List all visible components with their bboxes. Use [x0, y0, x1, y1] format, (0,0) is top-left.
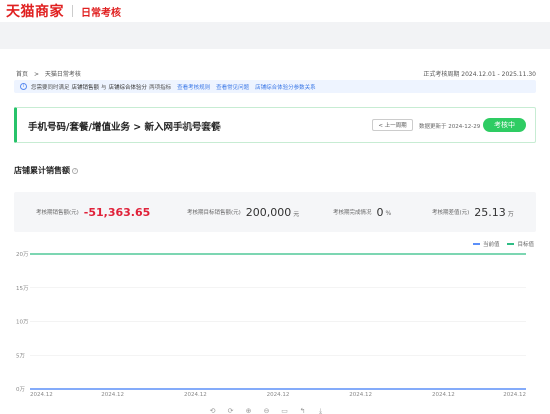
zoom-out-icon[interactable]: ⟳: [226, 407, 235, 414]
sales-line-chart: 20万 15万 10万 5万 0万 2024.12 2024.12 2024.12 2024.1…: [16, 251, 527, 396]
help-icon[interactable]: ?: [72, 167, 78, 174]
x-tick-label: 2024.12: [432, 392, 455, 396]
y-tick-label: 5万: [16, 352, 25, 359]
section-title-text: 店铺累计销售额: [14, 166, 70, 175]
help-icon[interactable]: ?: [214, 123, 221, 130]
score-relation-link[interactable]: 店铺综合体验分参数关系: [255, 83, 316, 91]
notice-item-experience: 店铺综合体验分: [108, 84, 148, 91]
search-icon[interactable]: ⊕: [244, 407, 253, 414]
zoom-in-icon[interactable]: ⟲: [208, 407, 217, 414]
stat-value: 200,000: [245, 205, 292, 219]
y-tick-label: 10万: [16, 319, 29, 326]
notice-joiner: 与: [101, 84, 107, 91]
stat-label: 考核期销售额(元): [36, 210, 79, 216]
data-updated-text: 数据更新于 2024-12-29: [419, 124, 481, 130]
breadcrumb: 首页 > 天猫日常考核: [16, 69, 85, 78]
business-card: 手机号码/套餐/增值业务 > 新入网手机号套餐 考核主营类目 ? < 上一周期 …: [14, 107, 536, 143]
legend-swatch-current: [472, 243, 480, 245]
stat-label: 考核期完成情况: [333, 210, 372, 216]
x-tick-label: 2024.12: [30, 392, 53, 396]
stats-bar: 考核期销售额(元) -51,363.65 考核期目标销售额(元) 200,000…: [14, 192, 536, 232]
restore-icon[interactable]: ↰: [298, 407, 307, 414]
breadcrumb-current: 天猫日常考核: [44, 70, 81, 78]
y-tick-label: 20万: [16, 251, 29, 258]
y-tick-label: 0万: [16, 386, 25, 393]
stat-sales: 考核期销售额(元) -51,363.65: [36, 192, 150, 232]
top-header: 天猫商家 日常考核: [0, 0, 550, 22]
stat-target: 考核期目标销售额(元) 200,000 元: [187, 192, 299, 232]
header-spacer: [0, 22, 550, 49]
x-tick-label: 2024.12: [101, 392, 124, 396]
business-meta-label: 考核主营类目: [178, 124, 212, 130]
notice-item-sales: 店铺销售额: [71, 84, 100, 91]
breadcrumb-row: 首页 > 天猫日常考核 正式考核周期 2024.12.01 - 2025.11.…: [16, 68, 536, 78]
x-tick-label: 2024.12: [503, 392, 526, 396]
stat-completion: 考核期完成情况 0 %: [333, 192, 391, 232]
header-divider: [72, 5, 73, 17]
notice-suffix: 两项指标: [149, 84, 172, 91]
breadcrumb-separator: >: [33, 70, 39, 78]
stat-unit: %: [385, 210, 392, 217]
search-minus-icon[interactable]: ⊖: [262, 407, 271, 414]
main-content: 首页 > 天猫日常考核 正式考核周期 2024.12.01 - 2025.11.…: [0, 49, 550, 414]
stat-unit: 元: [293, 211, 300, 218]
assessment-period: 正式考核周期 2024.12.01 - 2025.11.30: [423, 70, 536, 78]
section-title: 店铺累计销售额 ?: [14, 165, 78, 176]
notice-banner: i 您需要同时满足 店铺销售额 与 店铺综合体验分 两项指标 查看考核规则 查看…: [14, 80, 536, 93]
rules-link[interactable]: 查看考核规则: [177, 83, 210, 91]
notice-prefix: 您需要同时满足: [31, 84, 70, 91]
faq-link[interactable]: 查看常见问题: [216, 83, 249, 91]
breadcrumb-home[interactable]: 首页: [16, 71, 28, 78]
stat-gap: 考核期差值(元) 25.13 万: [432, 192, 514, 232]
x-tick-label: 2024.12: [267, 392, 290, 396]
stat-unit: 万: [507, 211, 514, 218]
brand-logo[interactable]: 天猫商家: [6, 1, 64, 21]
data-view-icon[interactable]: ▭: [280, 407, 289, 414]
x-tick-label: 2024.12: [184, 392, 207, 396]
stat-label: 考核期目标销售额(元): [187, 210, 241, 216]
y-tick-label: 15万: [16, 285, 29, 292]
stat-value: -51,363.65: [83, 205, 151, 219]
status-badge[interactable]: 考核中: [483, 118, 526, 132]
stat-value: 25.13: [474, 205, 506, 219]
business-meta: 考核主营类目 ?: [178, 122, 221, 130]
stat-value: 0: [376, 205, 384, 219]
download-icon[interactable]: ⤓: [316, 407, 325, 414]
x-tick-label: 2024.12: [349, 392, 372, 396]
legend-swatch-target: [507, 243, 515, 245]
header-section-title: 日常考核: [81, 7, 121, 19]
stat-label: 考核期差值(元): [432, 210, 470, 216]
chart-toolbar: ⟲ ⟳ ⊕ ⊖ ▭ ↰ ⤓: [208, 406, 325, 414]
info-icon: i: [20, 83, 27, 90]
previous-period-button[interactable]: < 上一周期: [372, 119, 413, 131]
